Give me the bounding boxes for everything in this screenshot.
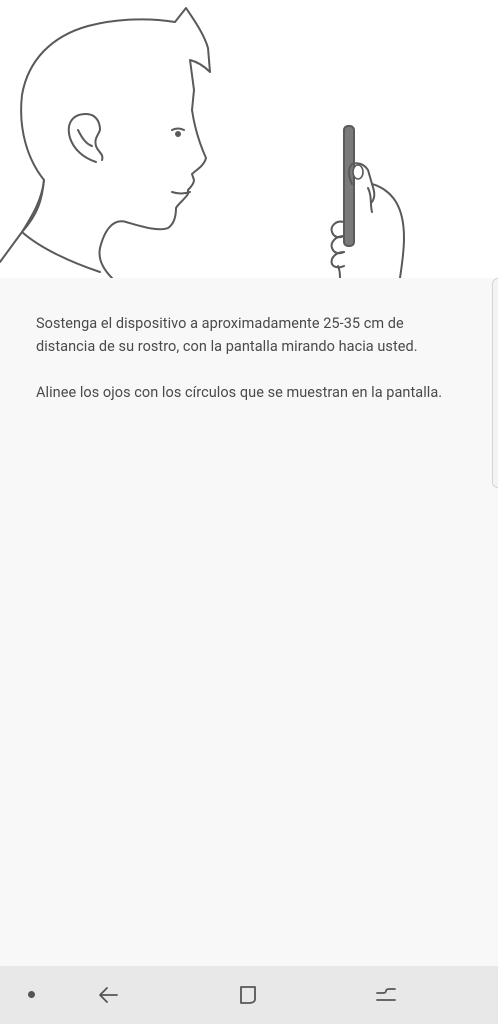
face-alignment-illustration <box>0 0 498 278</box>
home-icon <box>240 986 256 1004</box>
back-arrow-icon <box>99 987 118 1003</box>
scrollbar[interactable] <box>492 278 498 488</box>
person-holding-phone-icon <box>0 7 405 278</box>
home-button[interactable] <box>218 966 278 1024</box>
recent-apps-icon <box>376 988 396 1001</box>
hold-device-instruction: Sostenga el dispositivo a aproximadament… <box>36 315 418 355</box>
back-button[interactable] <box>79 966 139 1024</box>
dot-indicator-icon[interactable] <box>28 991 35 998</box>
align-eyes-instruction: Alinee los ojos con los círculos que se … <box>36 384 443 401</box>
navigation-bar <box>0 966 498 1024</box>
recent-apps-button[interactable] <box>356 966 416 1024</box>
